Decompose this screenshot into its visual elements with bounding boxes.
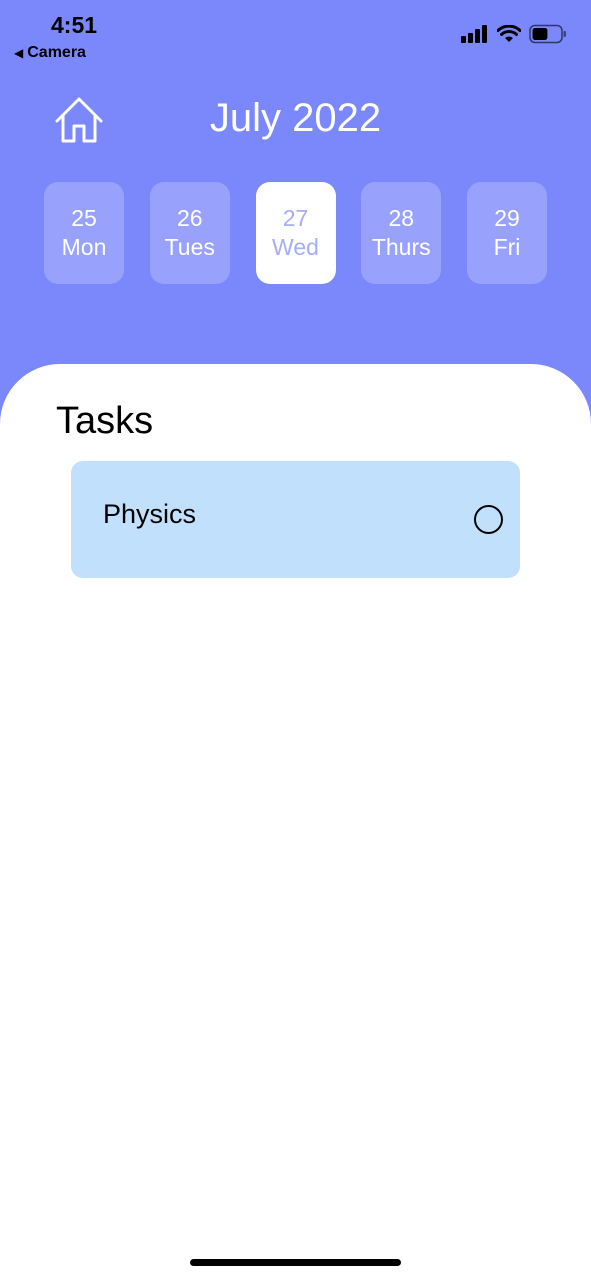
battery-icon	[529, 24, 566, 44]
task-name: Physics	[103, 499, 197, 529]
tasks-heading: Tasks	[56, 400, 154, 442]
day-item-27[interactable]: 27 Wed	[255, 182, 336, 284]
day-weekday: Fri	[493, 234, 521, 260]
back-triangle-icon: ◀	[14, 46, 24, 60]
day-item-29[interactable]: 29 Fri	[467, 182, 547, 284]
wifi-icon	[497, 25, 521, 42]
cellular-signal-icon	[461, 25, 487, 43]
day-selector: 25 Mon 26 Tues 27 Wed 28 Thurs 29 Fri	[44, 182, 547, 284]
home-indicator	[190, 1259, 401, 1266]
day-weekday: Thurs	[371, 234, 431, 260]
task-card[interactable]: Physics	[71, 461, 520, 578]
day-weekday: Tues	[164, 234, 215, 260]
day-date: 26	[176, 205, 203, 231]
back-to-app-link[interactable]: ◀ Camera	[14, 44, 86, 62]
day-date: 29	[494, 205, 520, 231]
status-bar: 4:51 ◀ Camera	[0, 0, 591, 70]
day-item-28[interactable]: 28 Thurs	[361, 182, 442, 284]
month-title: July 2022	[209, 96, 382, 140]
day-item-25[interactable]: 25 Mon	[44, 182, 124, 284]
day-date: 27	[282, 205, 309, 231]
status-time: 4:51	[51, 12, 98, 38]
day-weekday: Mon	[61, 234, 107, 260]
day-weekday: Wed	[272, 234, 319, 260]
day-date: 28	[388, 205, 415, 231]
status-icons	[461, 24, 567, 44]
day-date: 25	[71, 205, 97, 231]
task-complete-toggle[interactable]	[474, 505, 503, 534]
day-item-26[interactable]: 26 Tues	[149, 182, 230, 284]
tasks-sheet: Tasks Physics	[0, 364, 591, 1280]
back-app-label: Camera	[27, 44, 86, 61]
